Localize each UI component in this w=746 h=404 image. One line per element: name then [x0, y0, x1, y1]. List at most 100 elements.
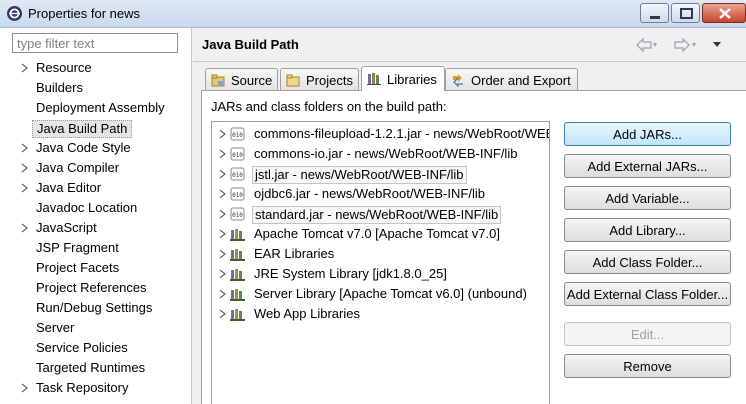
add-class-folder-button[interactable]: Add Class Folder...: [564, 250, 731, 274]
java-build-path-page: Java Build Path Source Projects Libraries O…: [193, 28, 746, 404]
expand-arrow-icon[interactable]: [20, 142, 30, 154]
tree-item[interactable]: Deployment Assembly: [0, 98, 192, 118]
expand-arrow-icon[interactable]: [218, 128, 228, 140]
expand-arrow-icon[interactable]: [218, 148, 228, 160]
jar-icon: 010: [230, 187, 245, 201]
tree-item[interactable]: Targeted Runtimes: [0, 358, 192, 378]
tree-item[interactable]: JSP Fragment: [0, 238, 192, 258]
build-path-entry-label: EAR Libraries: [254, 246, 335, 261]
tree-item-label: Javadoc Location: [36, 200, 138, 215]
tree-item[interactable]: Task Repository: [0, 378, 192, 398]
build-path-entry[interactable]: Web App Libraries: [212, 304, 549, 324]
expand-arrow-icon[interactable]: [20, 62, 30, 74]
build-path-entry[interactable]: 010 ojdbc6.jar - news/WebRoot/WEB-INF/lib: [212, 184, 549, 204]
remove-button[interactable]: Remove: [564, 354, 731, 378]
expand-arrow-icon[interactable]: [218, 168, 228, 180]
minimize-icon: [650, 16, 660, 19]
tree-item[interactable]: Java Compiler: [0, 158, 192, 178]
expand-arrow-icon[interactable]: [218, 208, 228, 220]
jar-icon: 010: [230, 207, 245, 221]
tree-item[interactable]: Builders: [0, 78, 192, 98]
view-menu-icon[interactable]: [713, 42, 721, 47]
forward-arrow-icon[interactable]: [674, 37, 696, 53]
tree-item[interactable]: Java Code Style: [0, 138, 192, 158]
tree-item[interactable]: Java Editor: [0, 178, 192, 198]
source-folder-icon: [211, 74, 225, 87]
build-path-entry-label: JRE System Library [jdk1.8.0_25]: [254, 266, 447, 281]
tree-item[interactable]: Project Facets: [0, 258, 192, 278]
expand-arrow-icon[interactable]: [218, 268, 228, 280]
tree-item-label: Java Build Path: [32, 120, 133, 138]
tab-label: Order and Export: [471, 73, 571, 88]
build-path-entry-label: standard.jar - news/WebRoot/WEB-INF/lib: [252, 206, 502, 224]
page-title: Java Build Path: [202, 37, 299, 52]
tab-order-and-export[interactable]: Order and Export: [445, 68, 578, 90]
expand-arrow-icon[interactable]: [218, 248, 228, 260]
library-icon: [230, 229, 245, 241]
close-icon: [719, 8, 731, 19]
build-path-entry-label: Server Library [Apache Tomcat v6.0] (unb…: [254, 286, 527, 301]
tree-item[interactable]: JavaScript: [0, 218, 192, 238]
build-path-entry[interactable]: EAR Libraries: [212, 244, 549, 264]
build-path-entry[interactable]: Apache Tomcat v7.0 [Apache Tomcat v7.0]: [212, 224, 549, 244]
tree-item[interactable]: Service Policies: [0, 338, 192, 358]
page-header-icons: [636, 37, 721, 53]
add-library-button[interactable]: Add Library...: [564, 218, 731, 242]
build-path-entry[interactable]: JRE System Library [jdk1.8.0_25]: [212, 264, 549, 284]
tree-item-label: Java Compiler: [36, 160, 120, 175]
expand-arrow-icon[interactable]: [20, 382, 30, 394]
tree-item-label: Resource: [36, 60, 92, 75]
add-jars-button[interactable]: Add JARs...: [564, 122, 731, 146]
tab-projects[interactable]: Projects: [280, 68, 359, 90]
project-folder-icon: [286, 74, 300, 87]
tree-item[interactable]: Javadoc Location: [0, 198, 192, 218]
expand-arrow-icon[interactable]: [20, 162, 30, 174]
jar-icon: 010: [230, 127, 245, 141]
expand-arrow-icon[interactable]: [20, 182, 30, 194]
svg-text:010: 010: [232, 132, 243, 139]
tree-item-label: Project Facets: [36, 260, 120, 275]
header-separator: [193, 61, 746, 62]
build-path-entry[interactable]: 010 commons-fileupload-1.2.1.jar - news/W…: [212, 124, 549, 144]
jar-icon: 010: [230, 167, 245, 181]
build-path-entry-label: Apache Tomcat v7.0 [Apache Tomcat v7.0]: [254, 226, 500, 241]
expand-arrow-icon[interactable]: [218, 188, 228, 200]
add-external-jars-button[interactable]: Add External JARs...: [564, 154, 731, 178]
build-path-entry-label: jstl.jar - news/WebRoot/WEB-INF/lib: [252, 166, 467, 184]
eclipse-icon: [7, 6, 22, 21]
maximize-button[interactable]: [671, 3, 700, 23]
minimize-button[interactable]: [640, 3, 669, 23]
tab-libraries[interactable]: Libraries: [361, 66, 445, 91]
close-button[interactable]: [702, 3, 746, 23]
tree-item[interactable]: Java Build Path: [0, 118, 192, 138]
tree-item-label: Java Code Style: [36, 140, 131, 155]
build-path-entry-label: ojdbc6.jar - news/WebRoot/WEB-INF/lib: [254, 186, 485, 201]
tab-source[interactable]: Source: [205, 68, 278, 90]
add-variable-button[interactable]: Add Variable...: [564, 186, 731, 210]
expand-arrow-icon[interactable]: [218, 308, 228, 320]
order-export-icon: [453, 74, 463, 87]
expand-arrow-icon[interactable]: [218, 228, 228, 240]
tree-item-label: JavaScript: [36, 220, 97, 235]
build-path-entry[interactable]: 010 jstl.jar - news/WebRoot/WEB-INF/lib: [212, 164, 549, 184]
filter-input[interactable]: [12, 33, 178, 53]
build-path-entry-label: commons-fileupload-1.2.1.jar - news/WebR…: [254, 126, 549, 141]
tree-item[interactable]: Run/Debug Settings: [0, 298, 192, 318]
build-path-entry[interactable]: 010 standard.jar - news/WebRoot/WEB-INF/l…: [212, 204, 549, 224]
tree-item[interactable]: Resource: [0, 58, 192, 78]
maximize-icon: [680, 8, 693, 19]
tree-item-label: Task Repository: [36, 380, 129, 395]
add-external-class-folder-button[interactable]: Add External Class Folder...: [564, 282, 731, 306]
tree-item-label: JSP Fragment: [36, 240, 119, 255]
expand-arrow-icon[interactable]: [218, 288, 228, 300]
back-arrow-icon[interactable]: [636, 37, 657, 53]
expand-arrow-icon[interactable]: [20, 222, 30, 234]
tree-item[interactable]: Server: [0, 318, 192, 338]
tree-item-label: Server: [36, 320, 75, 335]
tree-item-label: Builders: [36, 80, 83, 95]
build-path-entry[interactable]: Server Library [Apache Tomcat v6.0] (unb…: [212, 284, 549, 304]
build-path-list[interactable]: 010 commons-fileupload-1.2.1.jar - news/W…: [211, 121, 550, 404]
build-path-entry[interactable]: 010 commons-io.jar - news/WebRoot/WEB-INF…: [212, 144, 549, 164]
tree-item-label: Targeted Runtimes: [36, 360, 146, 375]
tree-item[interactable]: Project References: [0, 278, 192, 298]
